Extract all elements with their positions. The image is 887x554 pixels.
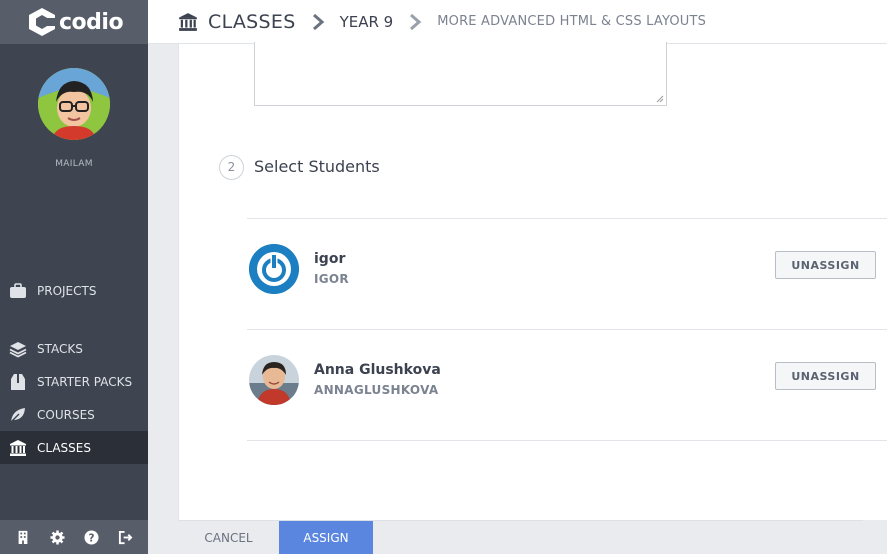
unassign-button[interactable]: UNASSIGN [775,251,876,279]
avatar [249,355,299,405]
svg-text:?: ? [88,532,94,544]
institution-icon [179,12,197,31]
help-icon[interactable]: ? [82,528,100,546]
username: MAILAM [55,159,93,169]
sidebar-item-projects[interactable]: PROJECTS [0,274,148,307]
sidebar-item-label: CLASSES [37,440,91,455]
list-item: Anna Glushkova ANNAGLUSHKOVA UNASSIGN [247,330,887,440]
description-textarea[interactable] [254,42,667,106]
sidebar-item-courses[interactable]: COURSES [0,398,148,431]
student-username: IGOR [314,272,349,286]
sidebar-item-classes[interactable]: CLASSES [0,431,148,464]
breadcrumb-current: MORE ADVANCED HTML & CSS LAYOUTS [437,14,707,29]
resize-handle-icon[interactable] [656,95,664,103]
avatar [249,244,299,294]
breadcrumb: CLASSES YEAR 9 MORE ADVANCED HTML & CSS … [148,0,887,44]
leaf-icon [9,406,27,424]
sidebar-item-starter-packs[interactable]: STARTER PACKS [0,365,148,398]
user-avatar-image [38,68,110,140]
box-icon [9,373,27,391]
logout-icon[interactable] [116,528,134,546]
sidebar-item-label: PROJECTS [37,283,97,298]
sidebar-item-label: STARTER PACKS [37,374,133,389]
codio-logo-icon [29,8,56,36]
form-footer: CANCEL ASSIGN [178,520,863,554]
chevron-right-icon [312,13,324,30]
assign-panel: 2 Select Students igor IGOR UNASSIGN Ann… [178,42,887,520]
sidebar: codio MAILAM PROJECTS STACKS STARTER PAC… [0,0,148,554]
cancel-button[interactable]: CANCEL [178,521,279,554]
gear-icon[interactable] [48,528,66,546]
sidebar-item-label: COURSES [37,407,95,422]
breadcrumb-year[interactable]: YEAR 9 [340,13,394,31]
sidebar-item-label: STACKS [37,341,83,356]
avatar[interactable] [38,68,110,140]
building-icon[interactable] [14,528,32,546]
logo-text: codio [59,9,124,35]
list-item: igor IGOR UNASSIGN [247,219,887,329]
logo[interactable]: codio [0,0,148,44]
power-icon [249,244,299,294]
sidebar-item-stacks[interactable]: STACKS [0,332,148,365]
chevron-right-icon [410,13,422,30]
student-name: igor [314,251,346,267]
student-username: ANNAGLUSHKOVA [314,383,439,397]
student-name: Anna Glushkova [314,362,441,378]
briefcase-icon [9,282,27,300]
student-photo [249,355,299,405]
stack-icon [9,340,27,358]
institution-icon [9,439,27,457]
step-number: 2 [219,155,244,180]
divider [247,440,887,441]
step-title: Select Students [254,157,380,176]
unassign-button[interactable]: UNASSIGN [775,362,876,390]
breadcrumb-classes[interactable]: CLASSES [208,11,296,33]
assign-button[interactable]: ASSIGN [279,521,373,554]
sidebar-bottom-bar: ? [0,520,148,554]
